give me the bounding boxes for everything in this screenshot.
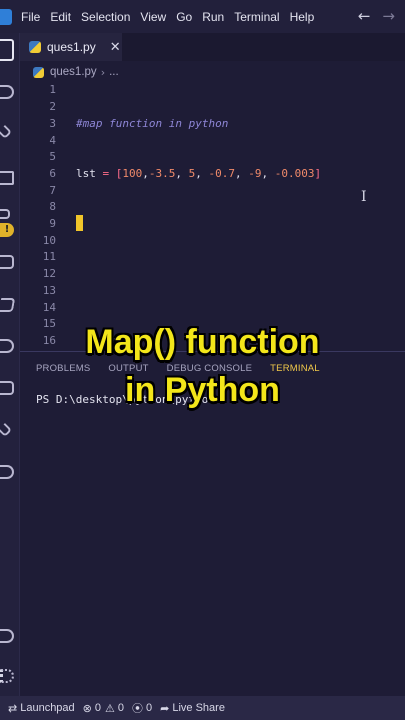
menu-edit[interactable]: Edit [50,10,71,24]
code-line-comment: #map function in python [76,117,229,130]
line-number: 8 [49,200,56,213]
code-bracket-close: ] [314,167,322,180]
settings-gear-icon[interactable] [0,669,14,683]
breadcrumb-separator: › [100,65,106,79]
extensions-icon[interactable] [0,209,10,219]
line-number: 4 [49,134,56,147]
mouse-ibeam-icon: I [361,189,367,205]
tab-debug-console[interactable]: DEBUG CONSOLE [167,363,252,374]
tab-label: ques1.py [47,40,96,54]
line-number: 1 [49,83,56,96]
git-graph-icon[interactable] [0,422,13,438]
warning-small-icon: ⚠ [105,702,115,715]
close-icon[interactable]: ✕ [110,40,121,55]
run-debug-icon[interactable] [0,171,14,185]
arrow-right-icon[interactable]: → [382,7,395,25]
line-number: 2 [49,100,56,113]
status-bar: ⇄ Launchpad ⊗ 0 ⚠ 0 ⦿ 0 ➦ Live Share [0,696,405,720]
code-line-list: lst = [100,-3.5, 5, -0.7, -9, -0.003] [76,167,322,180]
menu: File Edit Selection View Go Run Terminal… [16,10,319,24]
testing-icon[interactable] [0,298,16,312]
code-variable: lst [76,167,96,180]
terminal-prompt[interactable]: PS D:\desktop\python\python> [36,393,221,406]
ports-count: 0 [146,702,153,714]
line-number: 13 [42,284,56,297]
code-number: 100 [122,167,143,180]
tab-problems[interactable]: PROBLEMS [36,363,90,374]
docker-icon[interactable] [0,381,14,395]
breadcrumb-more[interactable]: ... [109,66,119,78]
live-share-side-icon[interactable] [0,465,14,479]
error-count: 0 [94,702,102,714]
line-number: 11 [42,250,56,263]
vscode-logo-icon [0,8,12,25]
activity-bar: ! [0,33,20,696]
menu-help[interactable]: Help [290,10,315,24]
code-editor[interactable]: 1 2 3 4 5 6 7 8 9 11 12 13 14 15 16 10 #… [20,83,405,351]
tab-terminal[interactable]: TERMINAL [270,363,320,374]
line-number: 10 [42,234,56,247]
broadcast-icon: ⦿ [132,703,144,715]
code-number: -3.5 [148,167,176,180]
line-number: 6 [49,167,56,180]
explorer-icon[interactable] [0,39,14,61]
tab-ques1[interactable]: ques1.py ✕ [20,33,122,61]
code-number: -0.003 [274,167,315,180]
panel-tabs: PROBLEMS OUTPUT DEBUG CONSOLE TERMINAL [36,363,320,374]
line-number: 15 [42,317,56,330]
account-icon[interactable] [0,629,14,643]
warning-count: 0 [117,702,125,714]
editor-tab-bar: ques1.py ✕ [20,33,405,61]
line-number: 3 [49,117,56,130]
search-icon[interactable] [0,85,14,99]
history-icon[interactable] [0,339,14,353]
line-number: 9 [49,217,56,230]
menu-bar: File Edit Selection View Go Run Terminal… [0,0,405,33]
remote-indicator[interactable]: ⇄ Launchpad [8,702,75,715]
navigation-arrows: ← → [358,7,395,25]
menu-file[interactable]: File [21,10,40,24]
code-number: -9 [248,167,262,180]
tab-output[interactable]: OUTPUT [108,363,148,374]
breadcrumb-file[interactable]: ques1.py [50,66,97,78]
menu-go[interactable]: Go [176,10,192,24]
live-share-button[interactable]: ➦ Live Share [160,702,225,715]
breadcrumb: ques1.py › ... [20,61,405,83]
error-icon: ⊗ [82,702,92,715]
python-file-icon [33,66,44,78]
problems-indicator[interactable]: ⊗ 0 ⚠ 0 [83,702,124,715]
python-file-icon [29,41,41,53]
live-share-icon: ➦ [160,702,170,715]
menu-terminal[interactable]: Terminal [234,10,279,24]
menu-run[interactable]: Run [202,10,224,24]
warning-icon[interactable]: ! [0,223,14,237]
ports-indicator[interactable]: ⦿ 0 [132,700,152,716]
text-cursor [76,215,83,231]
bottom-panel: PROBLEMS OUTPUT DEBUG CONSOLE TERMINAL P… [20,351,405,696]
source-control-icon[interactable] [0,124,13,140]
live-share-label: Live Share [172,702,225,714]
code-number: -0.7 [208,167,236,180]
line-number: 5 [49,150,56,163]
line-number: 12 [42,267,56,280]
remote-explorer-icon[interactable] [0,255,14,269]
code-operator: = [95,167,116,180]
line-number: 16 [42,334,56,347]
menu-selection[interactable]: Selection [81,10,130,24]
remote-icon: ⇄ [8,702,18,715]
line-number: 14 [42,301,56,314]
launchpad-label: Launchpad [20,702,75,714]
menu-view[interactable]: View [140,10,166,24]
line-number: 7 [49,184,56,197]
arrow-left-icon[interactable]: ← [358,7,371,25]
